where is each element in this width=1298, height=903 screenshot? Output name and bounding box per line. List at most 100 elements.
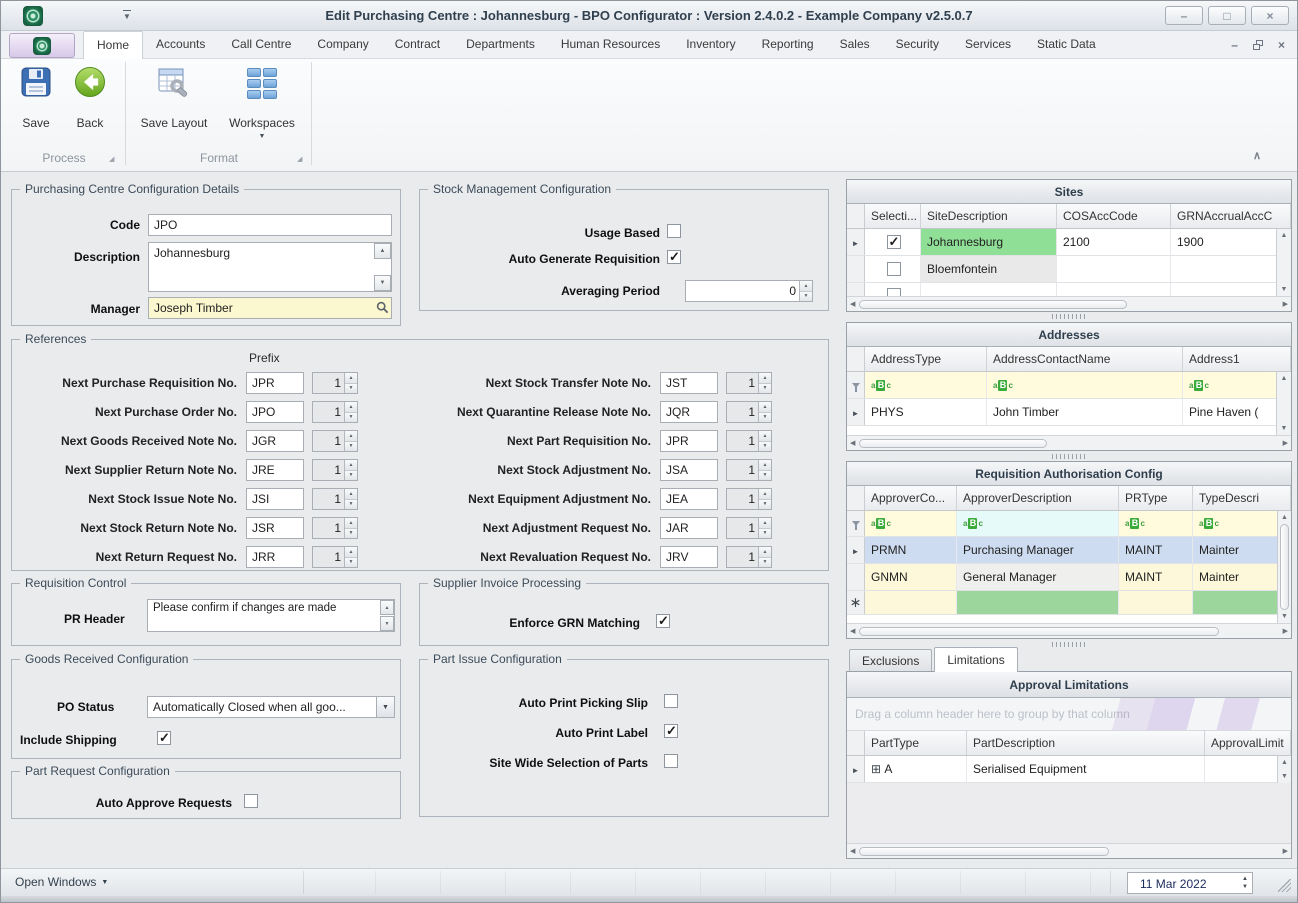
- usage-based-checkbox[interactable]: [667, 224, 681, 238]
- requisition-auth-vertical-scrollbar[interactable]: [1277, 511, 1291, 623]
- description-input[interactable]: Johannesburg: [148, 242, 392, 292]
- mdi-close-icon[interactable]: ×: [1278, 38, 1285, 52]
- approver-code-cell[interactable]: PRMN: [865, 537, 957, 563]
- code-input[interactable]: JPO: [148, 214, 392, 236]
- resize-grip-icon[interactable]: [1278, 879, 1291, 892]
- mdi-restore-icon[interactable]: [1253, 40, 1263, 50]
- sites-vertical-scrollbar[interactable]: [1276, 229, 1291, 296]
- pr-header-spin-up-icon[interactable]: [380, 600, 394, 615]
- tab-home[interactable]: Home: [83, 31, 143, 59]
- scrollbar-thumb[interactable]: [859, 439, 1047, 448]
- tab-static-data[interactable]: Static Data: [1024, 31, 1109, 59]
- part-type-cell[interactable]: A: [884, 762, 892, 776]
- averaging-period-value[interactable]: 0: [686, 281, 799, 301]
- part-description-cell[interactable]: Serialised Equipment: [967, 756, 1205, 782]
- column-header-selected[interactable]: Selecti...: [865, 204, 921, 228]
- scroll-left-icon[interactable]: [850, 627, 855, 635]
- scrollbar-thumb[interactable]: [859, 847, 1109, 856]
- cos-acc-code-cell[interactable]: 2100: [1057, 229, 1171, 255]
- description-scroll-up-icon[interactable]: [374, 243, 391, 259]
- tab-services[interactable]: Services: [952, 31, 1024, 59]
- column-header-parttype[interactable]: PartType: [865, 731, 967, 755]
- tab-accounts[interactable]: Accounts: [143, 31, 218, 59]
- tab-reporting[interactable]: Reporting: [749, 31, 827, 59]
- include-shipping-checkbox[interactable]: [157, 731, 171, 745]
- format-dialog-launcher-icon[interactable]: ◢: [297, 155, 302, 163]
- tab-departments[interactable]: Departments: [453, 31, 548, 59]
- auto-approve-requests-checkbox[interactable]: [244, 794, 258, 808]
- expand-node-icon[interactable]: [871, 762, 881, 776]
- column-header-approvercode[interactable]: ApproverCo...: [865, 486, 957, 510]
- column-header-addresstype[interactable]: AddressType: [865, 347, 987, 371]
- tab-exclusions[interactable]: Exclusions: [849, 649, 932, 672]
- tab-human-resources[interactable]: Human Resources: [548, 31, 673, 59]
- table-row[interactable]: PHYS John Timber Pine Haven (: [847, 399, 1291, 426]
- next-number-spinner[interactable]: 1: [726, 430, 772, 452]
- column-header-prtype[interactable]: PRType: [1119, 486, 1193, 510]
- filter-row[interactable]: aBc aBc aBc: [847, 372, 1291, 399]
- application-button[interactable]: [9, 33, 75, 58]
- splitter-handle[interactable]: [1052, 642, 1086, 647]
- splitter-handle[interactable]: [1052, 454, 1086, 459]
- approval-limitations-vertical-scrollbar[interactable]: [1277, 756, 1291, 783]
- manager-input[interactable]: Joseph Timber: [148, 297, 392, 319]
- prefix-input[interactable]: JSA: [660, 459, 718, 481]
- description-scroll-down-icon[interactable]: [374, 275, 391, 291]
- next-number-spinner[interactable]: 1: [726, 401, 772, 423]
- next-number-spinner[interactable]: 1: [726, 372, 772, 394]
- prefix-input[interactable]: JGR: [246, 430, 304, 452]
- prefix-input[interactable]: JEA: [660, 488, 718, 510]
- next-number-spinner[interactable]: 1: [312, 401, 358, 423]
- prefix-input[interactable]: JQR: [660, 401, 718, 423]
- address1-cell[interactable]: Pine Haven (: [1183, 399, 1291, 425]
- collapse-ribbon-icon[interactable]: ∧: [1253, 149, 1261, 162]
- grn-accrual-cell[interactable]: [1171, 256, 1291, 282]
- spin-buttons-icon[interactable]: [758, 489, 771, 509]
- new-row[interactable]: [847, 591, 1291, 615]
- requisition-auth-header[interactable]: ApproverCo... ApproverDescription PRType…: [847, 486, 1291, 511]
- spin-buttons-icon[interactable]: [758, 460, 771, 480]
- tab-security[interactable]: Security: [883, 31, 952, 59]
- scroll-right-icon[interactable]: [1283, 439, 1288, 447]
- next-number-spinner[interactable]: 1: [312, 517, 358, 539]
- pr-header-input[interactable]: Please confirm if changes are made: [147, 599, 395, 632]
- column-header-typedescription[interactable]: TypeDescri: [1193, 486, 1291, 510]
- workspaces-button[interactable]: Workspaces ▼: [223, 64, 301, 140]
- address-type-cell[interactable]: PHYS: [865, 399, 987, 425]
- grn-accrual-cell[interactable]: 1900: [1171, 229, 1291, 255]
- group-by-zone[interactable]: Drag a column header here to group by th…: [847, 698, 1291, 731]
- tab-call-centre[interactable]: Call Centre: [218, 31, 304, 59]
- averaging-spin-buttons-icon[interactable]: [799, 281, 812, 301]
- spin-buttons-icon[interactable]: [344, 547, 357, 567]
- spin-buttons-icon[interactable]: [344, 373, 357, 393]
- column-header-sitedescription[interactable]: SiteDescription: [921, 204, 1057, 228]
- quick-access-dropdown-icon[interactable]: ▼: [123, 10, 131, 21]
- next-number-spinner[interactable]: 1: [726, 488, 772, 510]
- approval-limitations-horizontal-scrollbar[interactable]: [847, 843, 1291, 858]
- open-windows-button[interactable]: Open Windows ▼: [15, 875, 108, 889]
- approver-description-cell[interactable]: General Manager: [957, 564, 1119, 590]
- address-contact-cell[interactable]: John Timber: [987, 399, 1183, 425]
- column-header-approvallimit[interactable]: ApprovalLimit: [1205, 731, 1291, 755]
- minimize-button[interactable]: –: [1165, 6, 1203, 25]
- spin-buttons-icon[interactable]: [344, 489, 357, 509]
- auto-print-picking-slip-checkbox[interactable]: [664, 694, 678, 708]
- next-number-spinner[interactable]: 1: [312, 372, 358, 394]
- date-value[interactable]: 11 Mar 2022: [1128, 873, 1238, 893]
- prefix-input[interactable]: JSR: [246, 517, 304, 539]
- prefix-input[interactable]: JRR: [246, 546, 304, 568]
- scroll-left-icon[interactable]: [850, 847, 855, 855]
- splitter-handle[interactable]: [1052, 314, 1086, 319]
- scroll-right-icon[interactable]: [1283, 300, 1288, 308]
- close-button[interactable]: ×: [1251, 6, 1289, 25]
- po-status-dropdown-icon[interactable]: ▼: [376, 697, 394, 717]
- next-number-spinner[interactable]: 1: [312, 546, 358, 568]
- scroll-right-icon[interactable]: [1283, 627, 1288, 635]
- approval-limitations-header[interactable]: PartType PartDescription ApprovalLimit: [847, 731, 1291, 756]
- averaging-period-spinner[interactable]: 0: [685, 280, 813, 302]
- site-selected-checkbox[interactable]: [887, 235, 901, 249]
- pr-type-cell[interactable]: MAINT: [1119, 537, 1193, 563]
- spin-buttons-icon[interactable]: [344, 460, 357, 480]
- cos-acc-code-cell[interactable]: [1057, 256, 1171, 282]
- scrollbar-thumb[interactable]: [1280, 524, 1289, 610]
